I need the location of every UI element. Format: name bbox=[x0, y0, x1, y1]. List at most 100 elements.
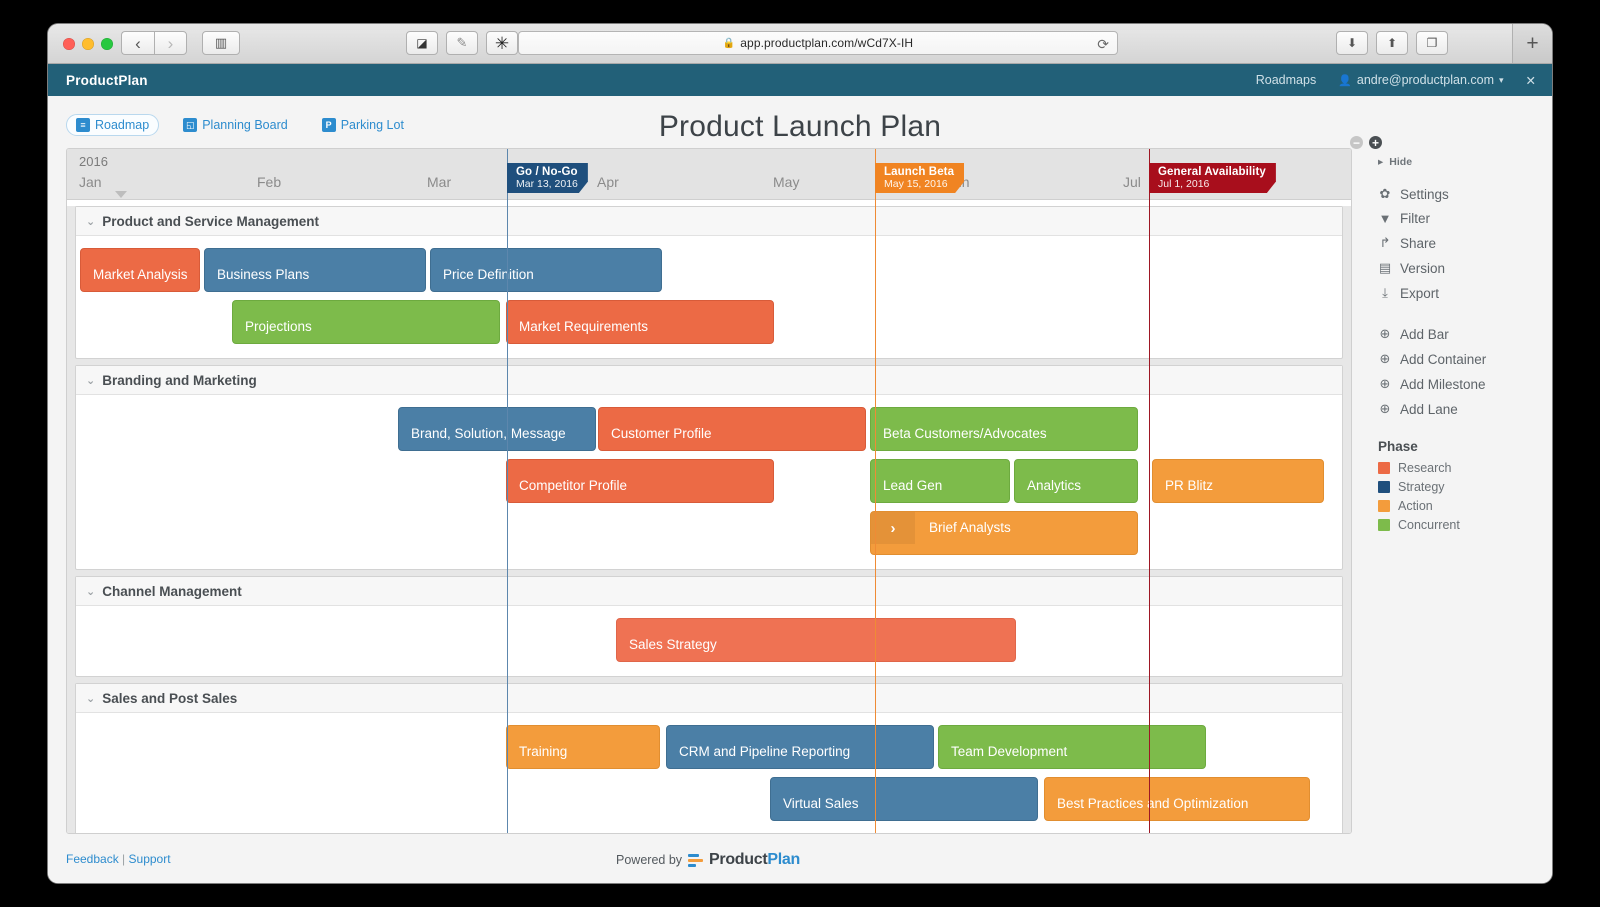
tab-planning-board[interactable]: ◱Planning Board bbox=[173, 114, 297, 136]
reader-button[interactable]: ◪ bbox=[406, 31, 438, 55]
side-item-label: Share bbox=[1400, 236, 1436, 251]
roadmap-bar[interactable]: Sales Strategy bbox=[616, 618, 1016, 662]
extension-button[interactable]: ✳ bbox=[486, 31, 518, 55]
zoom-in-button[interactable]: + bbox=[1369, 136, 1382, 149]
bar-label: Price Definition bbox=[443, 268, 534, 282]
chevron-down-icon[interactable]: ⌄ bbox=[86, 215, 95, 228]
sidebar-toggle-button[interactable]: ▥ bbox=[202, 31, 240, 55]
chevron-down-icon[interactable]: ⌄ bbox=[86, 585, 95, 598]
roadmap-bar[interactable]: Team Development bbox=[938, 725, 1206, 769]
bar-label: Virtual Sales bbox=[783, 797, 859, 811]
maximize-window-button[interactable] bbox=[101, 38, 113, 50]
side-item-add-milestone[interactable]: ⊕Add Milestone bbox=[1378, 376, 1538, 392]
show-tabs-button[interactable]: ❐ bbox=[1416, 31, 1448, 55]
account-menu[interactable]: 👤 andre@productplan.com ▾ bbox=[1338, 73, 1503, 87]
chevron-down-icon[interactable]: ⌄ bbox=[86, 374, 95, 387]
side-item-filter[interactable]: ▼Filter bbox=[1378, 211, 1538, 226]
side-item-add-bar[interactable]: ⊕Add Bar bbox=[1378, 326, 1538, 342]
add-lane-icon: ⊕ bbox=[1378, 401, 1392, 417]
roadmap-bar[interactable]: Market Analysis bbox=[80, 248, 200, 292]
side-item-label: Version bbox=[1400, 261, 1445, 276]
lane-title: Channel Management bbox=[102, 584, 242, 599]
roadmap-bar[interactable]: CRM and Pipeline Reporting bbox=[666, 725, 934, 769]
account-email: andre@productplan.com bbox=[1357, 73, 1494, 87]
tab-icon: ◱ bbox=[183, 118, 197, 132]
lane-header[interactable]: ⌄Sales and Post Sales bbox=[76, 684, 1342, 713]
month-label: Mar bbox=[427, 174, 451, 190]
bar-label: Projections bbox=[245, 320, 312, 334]
legend-label: Concurrent bbox=[1398, 518, 1460, 532]
roadmap-bar[interactable]: Best Practices and Optimization bbox=[1044, 777, 1310, 821]
forward-button[interactable]: › bbox=[154, 31, 187, 55]
roadmap-bar[interactable]: PR Blitz bbox=[1152, 459, 1324, 503]
sidebar-icon: ▥ bbox=[215, 35, 227, 51]
roadmap-bar[interactable]: Brand, Solution, Message bbox=[398, 407, 596, 451]
roadmap-bar[interactable]: Projections bbox=[232, 300, 500, 344]
legend-item[interactable]: Concurrent bbox=[1378, 518, 1538, 532]
side-item-add-lane[interactable]: ⊕Add Lane bbox=[1378, 401, 1538, 417]
bar-label: Business Plans bbox=[217, 268, 309, 282]
roadmap-bar[interactable]: Price Definition bbox=[430, 248, 662, 292]
menu-divider bbox=[1378, 310, 1538, 326]
side-item-version[interactable]: ▤Version bbox=[1378, 260, 1538, 276]
roadmap-bar[interactable]: Analytics bbox=[1014, 459, 1138, 503]
roadmap-bar[interactable]: Lead Gen bbox=[870, 459, 1010, 503]
legend-item[interactable]: Research bbox=[1378, 461, 1538, 475]
legend-item[interactable]: Action bbox=[1378, 499, 1538, 513]
tab-parking-lot[interactable]: PParking Lot bbox=[312, 114, 414, 136]
side-menu: ✿Settings▼Filter↱Share▤Version⤓Export⊕Ad… bbox=[1378, 186, 1538, 417]
legend-swatch bbox=[1378, 519, 1390, 531]
legend-swatch bbox=[1378, 500, 1390, 512]
back-button[interactable]: ‹ bbox=[121, 31, 154, 55]
year-label: 2016 bbox=[79, 154, 108, 169]
logo-text-product: Product bbox=[709, 851, 767, 868]
lane-drag-handle-icon[interactable] bbox=[115, 191, 127, 198]
bar-label: Training bbox=[519, 745, 567, 759]
roadmap-bar[interactable]: Customer Profile bbox=[598, 407, 866, 451]
roadmap-bar[interactable]: Market Requirements bbox=[506, 300, 774, 344]
legend-item[interactable]: Strategy bbox=[1378, 480, 1538, 494]
side-item-settings[interactable]: ✿Settings bbox=[1378, 186, 1538, 202]
address-bar[interactable]: 🔒 app.productplan.com/wCd7X-IH ⟳ bbox=[518, 31, 1118, 55]
zoom-out-button[interactable]: − bbox=[1350, 136, 1363, 149]
browser-toolbar: ‹ › ▥ ◪ ✎ ✳ 🔒 app.productplan.com/wCd7X-… bbox=[48, 24, 1552, 64]
side-item-export[interactable]: ⤓Export bbox=[1378, 285, 1538, 301]
roadmap-bar[interactable]: Business Plans bbox=[204, 248, 426, 292]
side-item-label: Add Bar bbox=[1400, 327, 1449, 342]
bar-label: Sales Strategy bbox=[629, 638, 717, 652]
lane-body: Brand, Solution, MessageCustomer Profile… bbox=[76, 395, 1342, 569]
chevron-down-icon[interactable]: ⌄ bbox=[86, 692, 95, 705]
new-tab-button[interactable]: + bbox=[1512, 24, 1552, 63]
month-label: Jul bbox=[1123, 174, 1141, 190]
fullscreen-icon[interactable]: ✕ bbox=[1526, 73, 1536, 88]
minimize-window-button[interactable] bbox=[82, 38, 94, 50]
legend-label: Action bbox=[1398, 499, 1433, 513]
share-button[interactable]: ⬆ bbox=[1376, 31, 1408, 55]
tab-label: Roadmap bbox=[95, 118, 149, 132]
reload-icon[interactable]: ⟳ bbox=[1097, 36, 1109, 53]
app-brand[interactable]: ProductPlan bbox=[66, 73, 148, 88]
bar-label: Analytics bbox=[1027, 479, 1081, 493]
lock-icon: 🔒 bbox=[723, 38, 735, 49]
markup-button[interactable]: ✎ bbox=[446, 31, 478, 55]
roadmap-container-bar[interactable]: ›Brief Analysts bbox=[870, 511, 1138, 555]
legend-list: Research Strategy Action Concurrent bbox=[1378, 461, 1538, 532]
roadmap-bar[interactable]: Training bbox=[506, 725, 660, 769]
filter-icon: ▼ bbox=[1378, 211, 1392, 226]
hide-panel-button[interactable]: ▸ Hide bbox=[1378, 156, 1538, 168]
roadmap-bar[interactable]: Beta Customers/Advocates bbox=[870, 407, 1138, 451]
side-item-add-container[interactable]: ⊕Add Container bbox=[1378, 351, 1538, 367]
lane-header[interactable]: ⌄ Branding and Marketing bbox=[76, 366, 1342, 395]
tab-roadmap[interactable]: ≡Roadmap bbox=[66, 114, 159, 136]
chevron-right-icon: › bbox=[168, 35, 174, 52]
side-item-share[interactable]: ↱Share bbox=[1378, 235, 1538, 251]
chevron-right-icon[interactable]: › bbox=[871, 512, 915, 544]
roadmap-bar[interactable]: Competitor Profile bbox=[506, 459, 774, 503]
roadmap-bar[interactable]: Virtual Sales bbox=[770, 777, 1038, 821]
lane-header[interactable]: ⌄Product and Service Management bbox=[76, 207, 1342, 236]
downloads-button[interactable]: ⬇ bbox=[1336, 31, 1368, 55]
lane-header[interactable]: ⌄ Channel Management bbox=[76, 577, 1342, 606]
lane-title: Branding and Marketing bbox=[102, 373, 257, 388]
roadmaps-link[interactable]: Roadmaps bbox=[1256, 73, 1316, 87]
close-window-button[interactable] bbox=[63, 38, 75, 50]
